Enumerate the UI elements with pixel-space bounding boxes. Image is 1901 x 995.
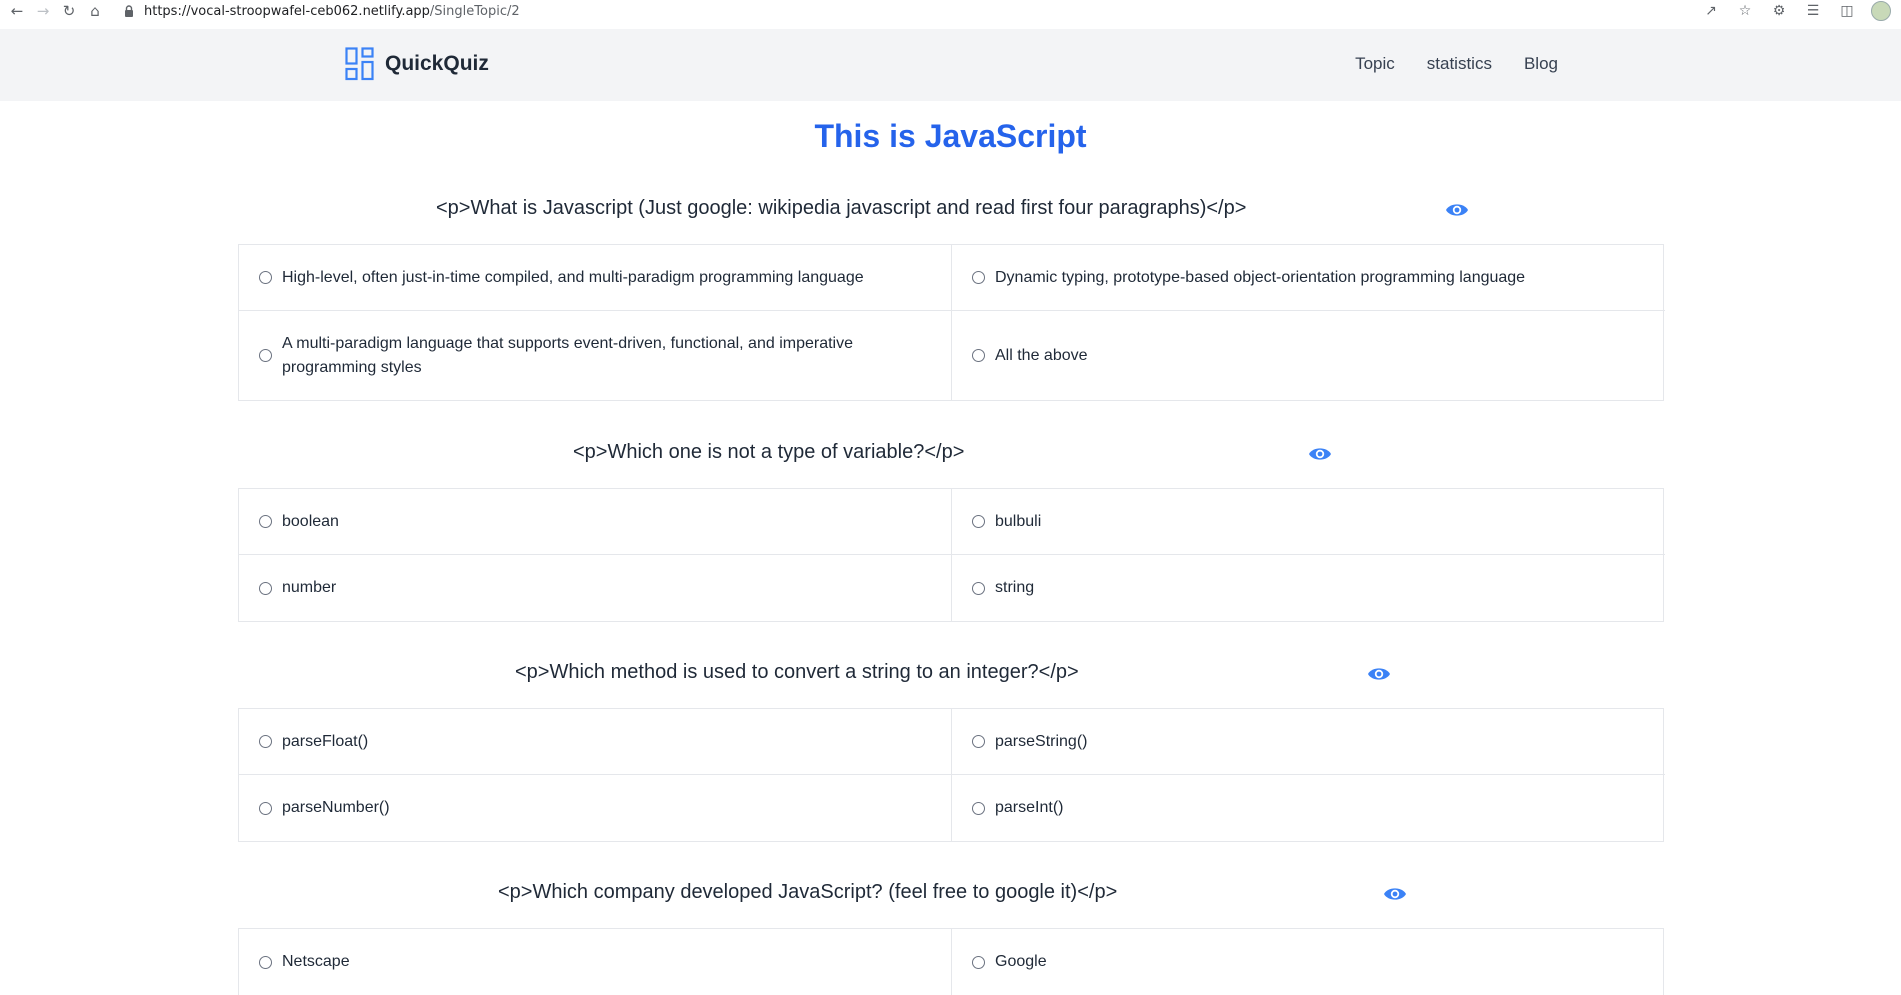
url-host: https://vocal-stroopwafel-ceb062.netlify… xyxy=(144,3,430,19)
option-label: High-level, often just-in-time compiled,… xyxy=(282,268,864,286)
question-text: <p>Which company developed JavaScript? (… xyxy=(498,881,1118,903)
option-label: string xyxy=(995,579,1035,596)
nav-blog-link[interactable]: Blog xyxy=(1524,54,1558,74)
question-text: <p>Which method is used to convert a str… xyxy=(515,661,1079,683)
option[interactable]: parseString() xyxy=(952,709,1665,775)
option[interactable]: parseInt() xyxy=(952,775,1665,841)
option-label: Netscape xyxy=(282,953,350,970)
nav-statistics-link[interactable]: statistics xyxy=(1427,54,1492,74)
avatar[interactable] xyxy=(1871,1,1891,21)
back-icon[interactable]: ← xyxy=(8,2,26,20)
dashboard-logo-icon xyxy=(345,47,374,81)
radio-button[interactable] xyxy=(972,515,985,528)
option[interactable]: Dynamic typing, prototype-based object-o… xyxy=(952,245,1665,311)
option[interactable]: parseFloat() xyxy=(239,709,952,775)
forward-icon[interactable]: → xyxy=(34,2,52,20)
option-label: parseString() xyxy=(995,732,1088,750)
share-icon[interactable]: ↗ xyxy=(1701,1,1721,21)
brand-name: QuickQuiz xyxy=(385,52,489,75)
option-label: A multi-paradigm language that supports … xyxy=(282,334,853,376)
browser-toolbar: ← → ↻ ⌂ https://vocal-stroopwafel-ceb062… xyxy=(0,0,1901,22)
option[interactable]: Google xyxy=(952,929,1665,995)
radio-button[interactable] xyxy=(972,801,985,815)
radio-button[interactable] xyxy=(972,271,985,284)
radio-button[interactable] xyxy=(259,515,272,528)
options-grid: Netscape Google xyxy=(238,928,1664,995)
option[interactable]: number xyxy=(239,555,952,621)
site-header: QuickQuiz Topic statistics Blog xyxy=(0,29,1901,101)
eye-icon[interactable] xyxy=(1383,885,1407,903)
options-grid: parseFloat() parseString() parseNumber()… xyxy=(238,708,1665,842)
option[interactable]: High-level, often just-in-time compiled,… xyxy=(239,245,952,311)
page-title: This is JavaScript xyxy=(814,118,1087,154)
brand[interactable]: QuickQuiz xyxy=(345,47,489,81)
radio-button[interactable] xyxy=(972,735,985,748)
radio-button[interactable] xyxy=(259,801,272,815)
option-label: Google xyxy=(995,953,1047,970)
extensions-icon[interactable]: ⚙ xyxy=(1769,1,1789,21)
option[interactable]: bulbuli xyxy=(952,489,1665,555)
option[interactable]: boolean xyxy=(239,489,952,555)
option-label: number xyxy=(282,579,337,596)
option-label: bulbuli xyxy=(995,512,1042,530)
option-label: All the above xyxy=(995,346,1088,364)
option-label: parseInt() xyxy=(995,799,1064,816)
option[interactable]: Netscape xyxy=(239,929,952,995)
option-label: Dynamic typing, prototype-based object-o… xyxy=(995,268,1526,286)
option[interactable]: All the above xyxy=(952,311,1665,400)
top-nav: Topic statistics Blog xyxy=(1355,54,1558,74)
media-icon[interactable]: ☰ xyxy=(1803,1,1823,21)
sidepanel-icon[interactable]: ◫ xyxy=(1837,1,1857,21)
question-card: <p>Which company developed JavaScript? (… xyxy=(238,881,1664,995)
option[interactable]: string xyxy=(952,555,1665,621)
eye-icon[interactable] xyxy=(1445,201,1469,219)
radio-button[interactable] xyxy=(972,349,985,362)
option-label: parseNumber() xyxy=(282,799,390,816)
question-card: <p>What is Javascript (Just google: wiki… xyxy=(238,197,1665,401)
question-card: <p>Which method is used to convert a str… xyxy=(238,661,1665,842)
question-text: <p>Which one is not a type of variable?<… xyxy=(573,441,965,463)
nav-topic-link[interactable]: Topic xyxy=(1355,54,1395,74)
radio-button[interactable] xyxy=(259,735,272,748)
options-grid: boolean bulbuli number string xyxy=(238,488,1665,622)
reload-icon[interactable]: ↻ xyxy=(60,2,78,20)
address-bar[interactable]: https://vocal-stroopwafel-ceb062.netlify… xyxy=(122,1,520,21)
radio-button[interactable] xyxy=(972,955,985,969)
eye-icon[interactable] xyxy=(1308,445,1332,463)
option[interactable]: A multi-paradigm language that supports … xyxy=(239,311,952,400)
url-path: /SingleTopic/2 xyxy=(429,3,520,19)
options-grid: High-level, often just-in-time compiled,… xyxy=(238,244,1665,401)
option[interactable]: parseNumber() xyxy=(239,775,952,841)
star-icon[interactable]: ☆ xyxy=(1735,1,1755,21)
radio-button[interactable] xyxy=(259,581,272,595)
radio-button[interactable] xyxy=(259,349,272,362)
question-card: <p>Which one is not a type of variable?<… xyxy=(238,441,1665,622)
eye-icon[interactable] xyxy=(1367,665,1391,683)
radio-button[interactable] xyxy=(972,581,985,595)
radio-button[interactable] xyxy=(259,271,272,284)
lock-icon xyxy=(125,5,133,17)
question-text: <p>What is Javascript (Just google: wiki… xyxy=(436,197,1247,219)
home-icon[interactable]: ⌂ xyxy=(86,2,104,20)
option-label: parseFloat() xyxy=(282,732,369,750)
radio-button[interactable] xyxy=(259,955,272,969)
option-label: boolean xyxy=(282,512,339,530)
